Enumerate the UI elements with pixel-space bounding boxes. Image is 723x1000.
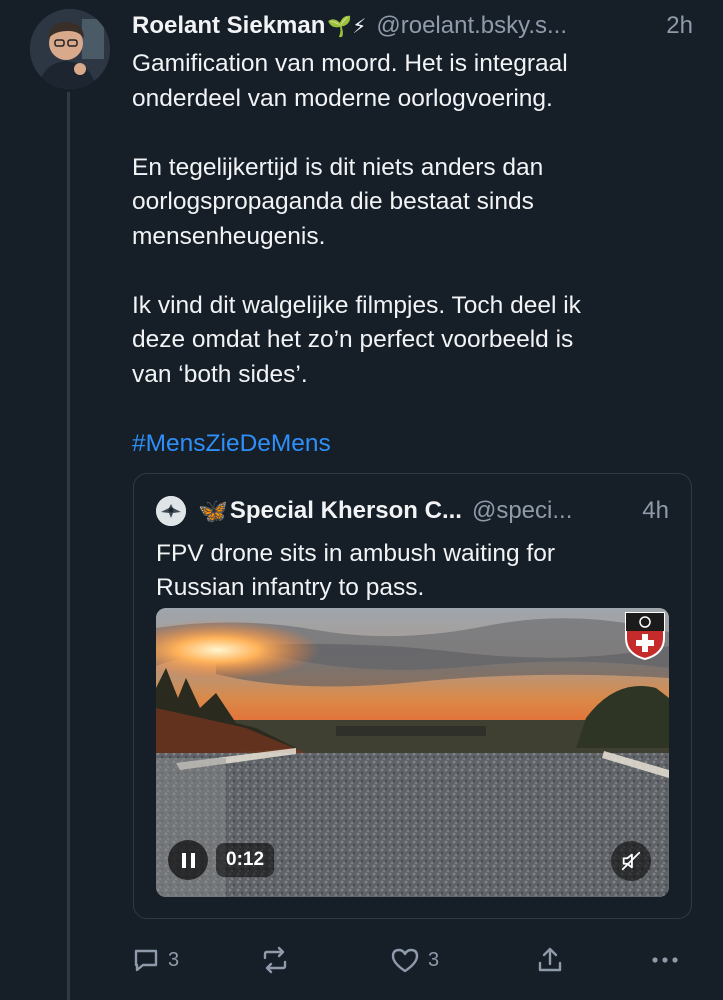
more-options-button[interactable] <box>650 940 680 980</box>
post-text: Gamification van moord. Het is integraal… <box>132 47 692 461</box>
reply-icon <box>134 949 158 972</box>
reply-count: 3 <box>168 948 180 971</box>
share-button[interactable] <box>536 940 564 980</box>
post-actions: 3 3 <box>132 940 692 980</box>
post-time[interactable]: 2h <box>666 12 693 40</box>
repost-button[interactable] <box>260 940 290 980</box>
like-button[interactable]: 3 <box>390 940 439 980</box>
more-icon <box>652 957 678 963</box>
author-name[interactable]: Roelant Siekman <box>132 12 325 40</box>
repost-icon <box>263 946 287 974</box>
video-timecode: 0:12 <box>216 843 275 877</box>
mute-icon <box>621 851 641 871</box>
reply-button[interactable]: 3 <box>132 940 179 980</box>
post-line: deze omdat het zo’n perfect voorbeeld is <box>132 326 574 353</box>
author-avatar[interactable] <box>30 9 110 89</box>
pause-icon <box>179 852 197 868</box>
mute-button[interactable] <box>611 841 651 881</box>
quoted-post-time[interactable]: 4h <box>642 497 669 525</box>
post-line: Gamification van moord. Het is integraal <box>132 50 568 77</box>
quoted-post-header: 🦋 Special Kherson C... @speci... 4h <box>156 494 669 528</box>
post-line: oorlogspropaganda die bestaat sinds <box>132 188 534 215</box>
post-line: En tegelijkertijd is dit niets anders da… <box>132 153 544 181</box>
like-count: 3 <box>428 948 440 971</box>
quoted-line: FPV drone sits in ambush waiting for <box>156 540 555 567</box>
pause-button[interactable] <box>168 840 208 880</box>
video-player[interactable]: 0:12 <box>156 608 669 897</box>
butterfly-icon: 🦋 <box>198 497 228 525</box>
unit-emblem-icon <box>625 612 665 660</box>
share-icon <box>538 947 562 972</box>
post-line: onderdeel van moderne oorlogvoering. <box>132 84 553 112</box>
quoted-author-handle[interactable]: @speci... <box>472 497 572 525</box>
author-handle[interactable]: @roelant.bsky.s... <box>376 12 656 40</box>
quoted-line: Russian infantry to pass. <box>156 574 425 601</box>
quoted-author-avatar[interactable] <box>156 496 186 526</box>
author-emojis: 🌱⚡ <box>327 15 367 38</box>
post-line: mensenheugenis. <box>132 222 326 250</box>
post-line: van ‘both sides’. <box>132 360 308 388</box>
quoted-post-text: FPV drone sits in ambush waiting for Rus… <box>156 537 676 605</box>
post-header: Roelant Siekman 🌱⚡ @roelant.bsky.s... 2h <box>132 10 693 42</box>
like-icon <box>391 948 419 973</box>
hashtag-link[interactable]: #MensZieDeMens <box>132 427 692 462</box>
quoted-author-name[interactable]: Special Kherson C... <box>230 497 462 525</box>
post-line: Ik vind dit walgelijke filmpjes. Toch de… <box>132 291 581 319</box>
thread-line <box>67 92 70 1000</box>
quoted-post-card[interactable]: 🦋 Special Kherson C... @speci... 4h FPV … <box>133 473 692 919</box>
playback-controls: 0:12 <box>168 839 275 881</box>
